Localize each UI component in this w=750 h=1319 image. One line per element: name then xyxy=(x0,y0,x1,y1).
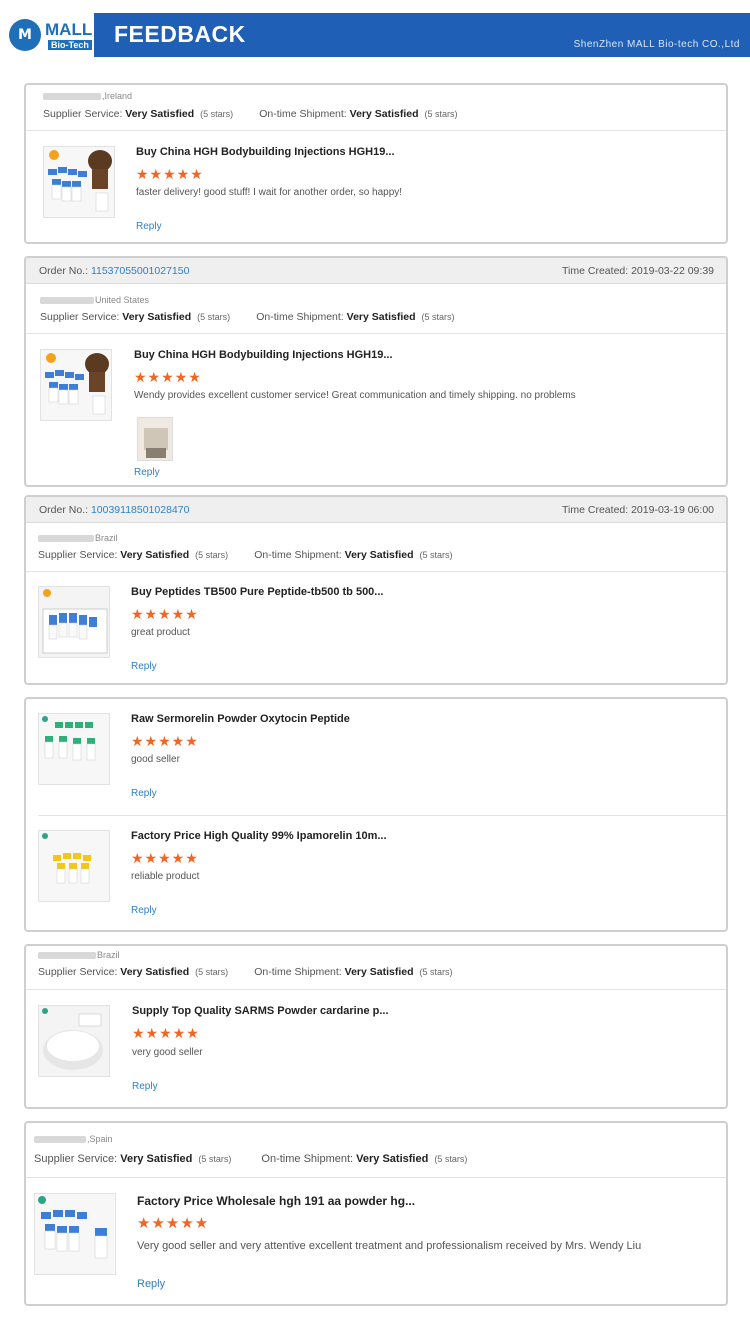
product-thumbnail[interactable] xyxy=(40,349,112,421)
product-thumbnail[interactable] xyxy=(43,146,115,218)
star-rating: ★★★★★ xyxy=(131,733,199,749)
product-title[interactable]: Buy Peptides TB500 Pure Peptide-tb500 tb… xyxy=(131,586,383,598)
ratings-line: Supplier Service: Very Satisfied (5 stars… xyxy=(34,1153,468,1165)
product-thumbnail[interactable] xyxy=(38,830,110,902)
review-card: Brazil Supplier Service: Very Satisfied(… xyxy=(24,944,728,1109)
buyer-location: United States xyxy=(40,295,149,305)
ratings-line: Supplier Service: Very Satisfied (5 stars… xyxy=(40,311,455,323)
star-rating: ★★★★★ xyxy=(137,1215,210,1232)
review-comment: very good seller xyxy=(132,1047,203,1058)
star-rating: ★★★★★ xyxy=(136,166,204,182)
ratings-line: Supplier Service: Very Satisfied (5 stars… xyxy=(43,108,458,120)
buyer-location: Brazil xyxy=(38,533,118,543)
product-thumbnail[interactable] xyxy=(38,586,110,658)
ratings-line: Supplier Service: Very Satisfied (5 stars… xyxy=(38,549,453,561)
review-comment: Very good seller and very attentive exce… xyxy=(137,1240,642,1252)
review-comment: reliable product xyxy=(131,871,200,882)
review-comment: Wendy provides excellent customer servic… xyxy=(134,390,576,401)
star-rating: ★★★★★ xyxy=(131,606,199,622)
review-card: ,Ireland Supplier Service: Very Satisfie… xyxy=(24,83,728,244)
star-rating: ★★★★★ xyxy=(132,1025,200,1041)
reply-link[interactable]: Reply xyxy=(136,221,162,232)
product-title[interactable]: Factory Price Wholesale hgh 191 aa powde… xyxy=(137,1194,415,1208)
product-title[interactable]: Supply Top Quality SARMS Powder cardarin… xyxy=(132,1005,389,1017)
time-created: Time Created: 2019-03-22 09:39 xyxy=(562,265,714,277)
product-thumbnail[interactable] xyxy=(38,1005,110,1077)
reply-link[interactable]: Reply xyxy=(134,467,160,478)
review-comment: faster delivery! good stuff! I wait for … xyxy=(136,187,403,198)
review-comment: good seller xyxy=(131,754,180,765)
review-card: Raw Sermorelin Powder Oxytocin Peptide ★… xyxy=(24,697,728,932)
order-bar: Order No.: 11537055001027150 Time Create… xyxy=(26,258,726,284)
product-title[interactable]: Raw Sermorelin Powder Oxytocin Peptide xyxy=(131,713,350,725)
reply-link[interactable]: Reply xyxy=(131,788,157,799)
buyer-location: Brazil xyxy=(38,950,120,960)
logo-subtext: Bio-Tech xyxy=(48,40,92,50)
reply-link[interactable]: Reply xyxy=(137,1278,165,1290)
review-comment: great product xyxy=(131,627,190,638)
review-card: Order No.: 11537055001027150 Time Create… xyxy=(24,256,728,487)
page-title: FEEDBACK xyxy=(114,21,246,47)
star-rating: ★★★★★ xyxy=(134,369,202,385)
company-name: ShenZhen MALL Bio-tech CO.,Ltd xyxy=(573,39,740,50)
product-title[interactable]: Buy China HGH Bodybuilding Injections HG… xyxy=(136,146,395,158)
buyer-location: ,Ireland xyxy=(43,91,132,101)
order-number: Order No.: 11537055001027150 xyxy=(39,265,190,277)
title-banner: FEEDBACK ShenZhen MALL Bio-tech CO.,Ltd xyxy=(94,13,750,57)
product-thumbnail[interactable] xyxy=(34,1193,116,1275)
star-rating: ★★★★★ xyxy=(131,850,199,866)
review-photo[interactable] xyxy=(137,417,173,461)
reply-link[interactable]: Reply xyxy=(131,661,157,672)
logo-text: MALL xyxy=(45,20,93,39)
order-bar: Order No.: 10039118501028470 Time Create… xyxy=(26,497,726,523)
review-card: Order No.: 10039118501028470 Time Create… xyxy=(24,495,728,685)
order-number: Order No.: 10039118501028470 xyxy=(39,504,190,516)
logo: M MALL Bio-Tech xyxy=(0,13,94,57)
review-card: ,Spain Supplier Service: Very Satisfied(… xyxy=(24,1121,728,1306)
buyer-location: ,Spain xyxy=(34,1134,113,1144)
page-header: M MALL Bio-Tech FEEDBACK ShenZhen MALL B… xyxy=(0,13,750,57)
ratings-line: Supplier Service: Very Satisfied (5 stars… xyxy=(38,966,453,978)
logo-mark-icon: M xyxy=(9,19,41,51)
reply-link[interactable]: Reply xyxy=(132,1081,158,1092)
product-title[interactable]: Factory Price High Quality 99% Ipamoreli… xyxy=(131,830,387,842)
product-thumbnail[interactable] xyxy=(38,713,110,785)
reply-link[interactable]: Reply xyxy=(131,905,157,916)
time-created: Time Created: 2019-03-19 06:00 xyxy=(562,504,714,516)
product-title[interactable]: Buy China HGH Bodybuilding Injections HG… xyxy=(134,349,393,361)
